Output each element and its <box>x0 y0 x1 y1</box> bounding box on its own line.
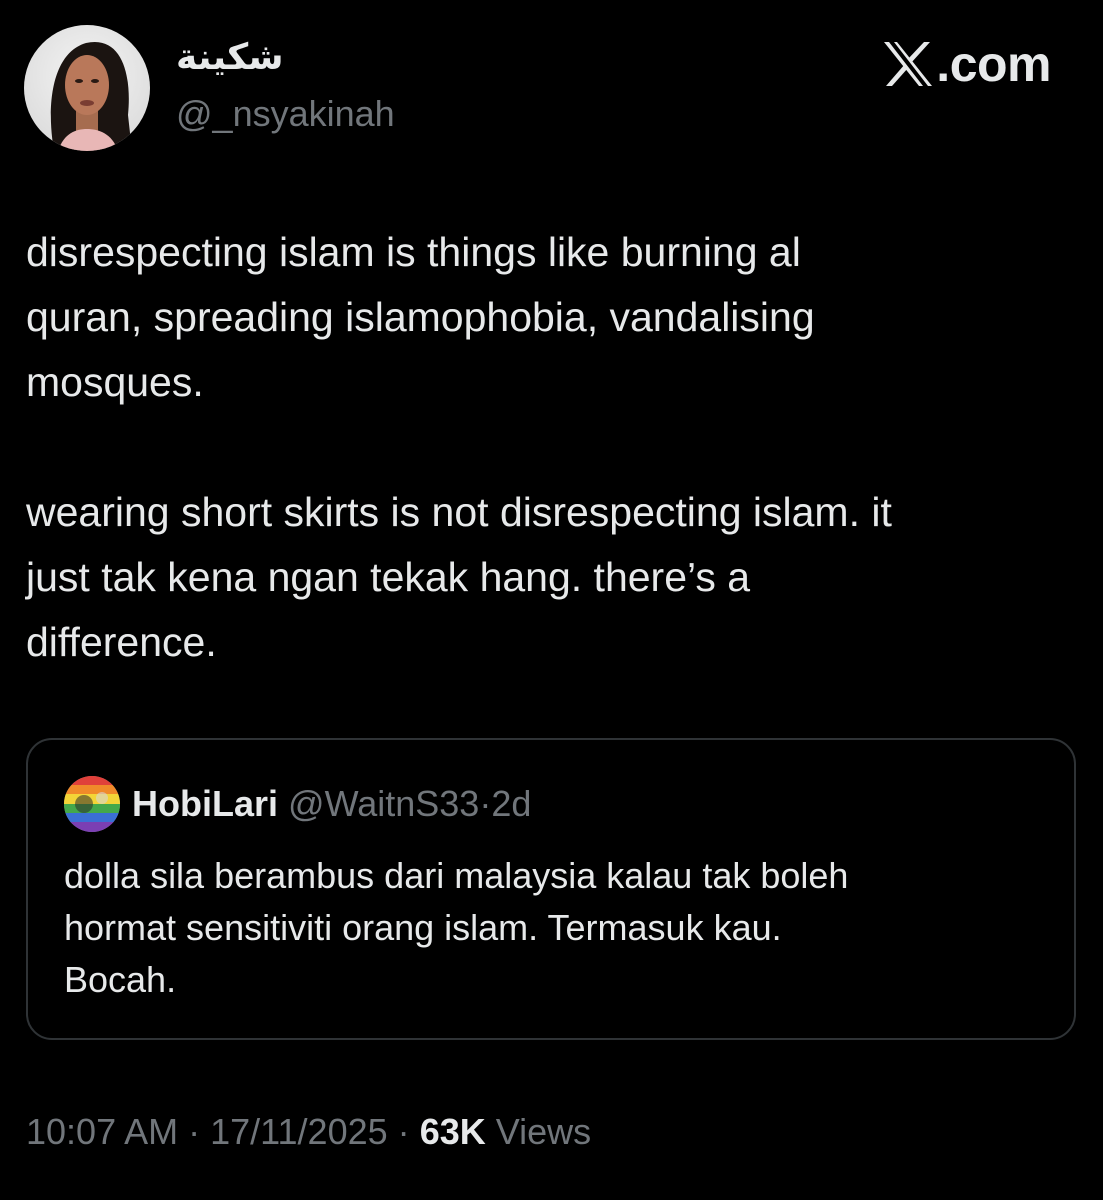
brand-domain-suffix: .com <box>936 36 1051 92</box>
meta-separator: · <box>397 1111 410 1152</box>
tweet-date[interactable]: 17/11/2025 <box>210 1111 388 1152</box>
quoted-tweet[interactable]: HobiLari @WaitnS33·2d dolla sila berambu… <box>26 738 1076 1040</box>
tweet-meta: 10:07 AM · 17/11/2025 · 63K Views <box>26 1110 591 1154</box>
tweet-paragraph: disrespecting islam is things like burni… <box>26 229 815 405</box>
avatar-image <box>24 25 150 151</box>
tweet-paragraph: wearing short skirts is not disrespectin… <box>26 489 892 665</box>
quote-separator: · <box>479 783 492 824</box>
tweet-time[interactable]: 10:07 AM <box>26 1111 178 1152</box>
author-display-name[interactable]: شكينة <box>176 36 284 80</box>
views-count: 63K <box>419 1111 486 1152</box>
author-handle[interactable]: @_nsyakinah <box>176 92 395 136</box>
quote-author-avatar[interactable] <box>64 776 120 832</box>
quote-body: dolla sila berambus dari malaysia kalau … <box>64 855 849 1000</box>
quote-timestamp[interactable]: 2d <box>491 783 531 824</box>
brand-watermark: .com <box>882 38 1051 90</box>
views-label: Views <box>495 1111 592 1152</box>
tweet-body: disrespecting islam is things like burni… <box>26 220 1066 675</box>
quote-handle[interactable]: @WaitnS33 <box>288 783 479 824</box>
tweet-card: شكينة @_nsyakinah .com disrespecting isl… <box>0 0 1103 1200</box>
x-logo-icon <box>884 42 933 86</box>
quote-avatar-image <box>64 776 120 832</box>
meta-separator: · <box>188 1111 201 1152</box>
author-avatar[interactable] <box>24 25 150 151</box>
quote-display-name[interactable]: HobiLari <box>132 783 278 824</box>
quote-header: HobiLari @WaitnS33·2d <box>132 782 531 826</box>
